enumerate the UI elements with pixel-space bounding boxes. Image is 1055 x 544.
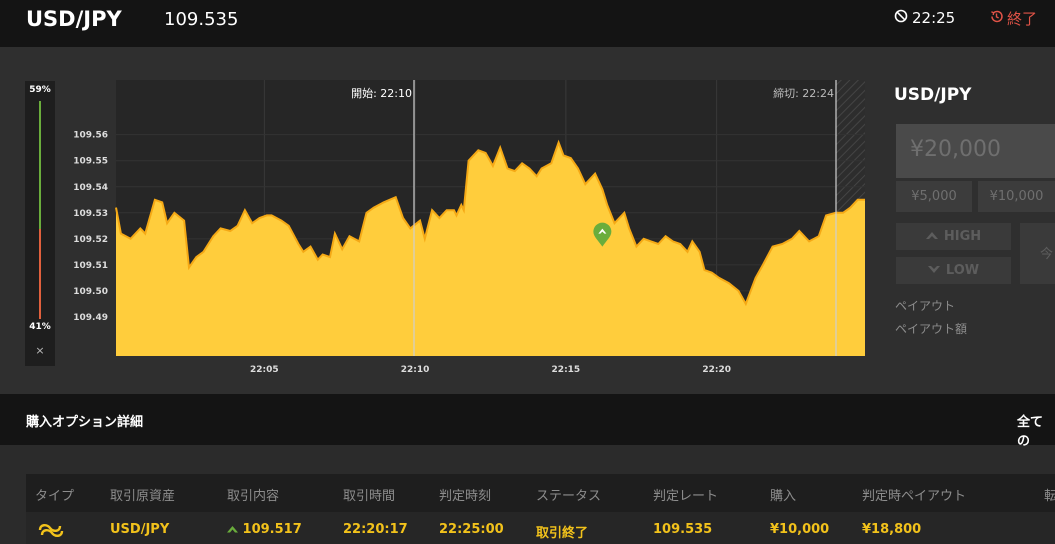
row-payout: ¥18,800 [862, 522, 922, 537]
y-tick-label: 109.55 [73, 157, 108, 167]
y-tick-label: 109.49 [73, 313, 108, 323]
row-status: 取引終了 [536, 526, 589, 541]
table-row[interactable]: USD/JPY 109.517 22:20:17 22:25:00 取引終了 1… [26, 512, 1055, 544]
top-bar: USD/JPY 109.535 22:25 終了 [0, 0, 1055, 47]
col-time: 取引時間 [343, 489, 396, 504]
close-label: 締切: 22:24 [773, 86, 834, 100]
y-tick-label: 109.56 [73, 131, 108, 141]
payout-amount-label: ペイアウト額 [895, 322, 968, 336]
low-label: LOW [945, 263, 980, 278]
buy-button[interactable]: 今 [1020, 223, 1055, 284]
high-percentage: 59% [29, 85, 51, 95]
history-icon [989, 9, 1004, 28]
amount-10000-button[interactable]: ¥10,000 [978, 181, 1055, 212]
payout-label: ペイアウト [895, 299, 956, 313]
price-chart: 22:05 22:10 22:15 22:20 109.56 109.55 109.54 10… [73, 80, 865, 375]
panel-asset-pair: USD/JPY [894, 85, 972, 105]
col-type: タイプ [35, 489, 75, 504]
high-button[interactable]: HIGH [896, 223, 1011, 250]
row-judge-time: 22:25:00 [439, 522, 504, 537]
end-button[interactable]: 終了 [989, 8, 1037, 29]
col-resale: 転 [1044, 489, 1055, 504]
current-price: 109.535 [164, 9, 239, 30]
row-purchase: ¥10,000 [770, 522, 830, 537]
sentiment-gauge: 59% 41% × [25, 81, 55, 366]
col-purchase: 購入 [770, 489, 797, 504]
col-judge-time: 判定時刻 [439, 489, 492, 504]
col-content: 取引内容 [227, 489, 280, 504]
buy-label: 今 [1040, 247, 1054, 262]
high-label: HIGH [943, 229, 982, 244]
amount-input[interactable]: ¥20,000 [896, 124, 1055, 178]
section-title: 購入オプション詳細 [26, 415, 144, 430]
low-button[interactable]: LOW [896, 257, 1011, 284]
high-bar [39, 101, 41, 229]
amount-5000-button[interactable]: ¥5,000 [896, 181, 972, 212]
col-payout: 判定時ペイアウト [862, 489, 967, 504]
up-arrow-icon [227, 522, 238, 537]
row-content: 109.517 [227, 522, 302, 537]
low-percentage: 41% [29, 322, 51, 332]
row-rate: 109.535 [653, 522, 713, 537]
row-asset: USD/JPY [110, 522, 170, 537]
time-label: 22:25 [912, 9, 956, 27]
no-entry-icon [894, 9, 908, 27]
high-arrow-icon [925, 229, 938, 244]
low-bar [39, 229, 41, 319]
asset-pair-title: USD/JPY [26, 7, 122, 31]
remaining-time: 22:25 [894, 9, 955, 27]
y-tick-label: 109.50 [73, 287, 108, 297]
x-tick-label: 22:10 [401, 365, 430, 375]
purchase-options-header: 購入オプション詳細 全ての [0, 394, 1055, 449]
end-label: 終了 [1007, 10, 1038, 28]
y-tick-label: 109.52 [73, 235, 108, 245]
table-header: タイプ 取引原資産 取引内容 取引時間 判定時刻 ステータス 判定レート 購入 … [26, 474, 1055, 512]
col-rate: 判定レート [653, 489, 719, 504]
row-content-value: 109.517 [242, 522, 302, 537]
x-tick-label: 22:05 [250, 365, 279, 375]
x-tick-label: 22:15 [552, 365, 581, 375]
y-tick-label: 109.54 [73, 183, 108, 193]
range-type-icon [38, 518, 64, 542]
row-time: 22:20:17 [343, 522, 408, 537]
y-tick-label: 109.51 [73, 261, 108, 271]
col-asset: 取引原資産 [110, 489, 176, 504]
start-label: 開始: 22:10 [351, 86, 412, 100]
y-tick-label: 109.53 [73, 209, 108, 219]
col-status: ステータス [536, 489, 602, 504]
show-all-link[interactable]: 全ての [1017, 411, 1055, 449]
x-tick-label: 22:20 [702, 365, 731, 375]
low-arrow-icon [927, 263, 940, 278]
gauge-close-button[interactable]: × [25, 344, 55, 357]
